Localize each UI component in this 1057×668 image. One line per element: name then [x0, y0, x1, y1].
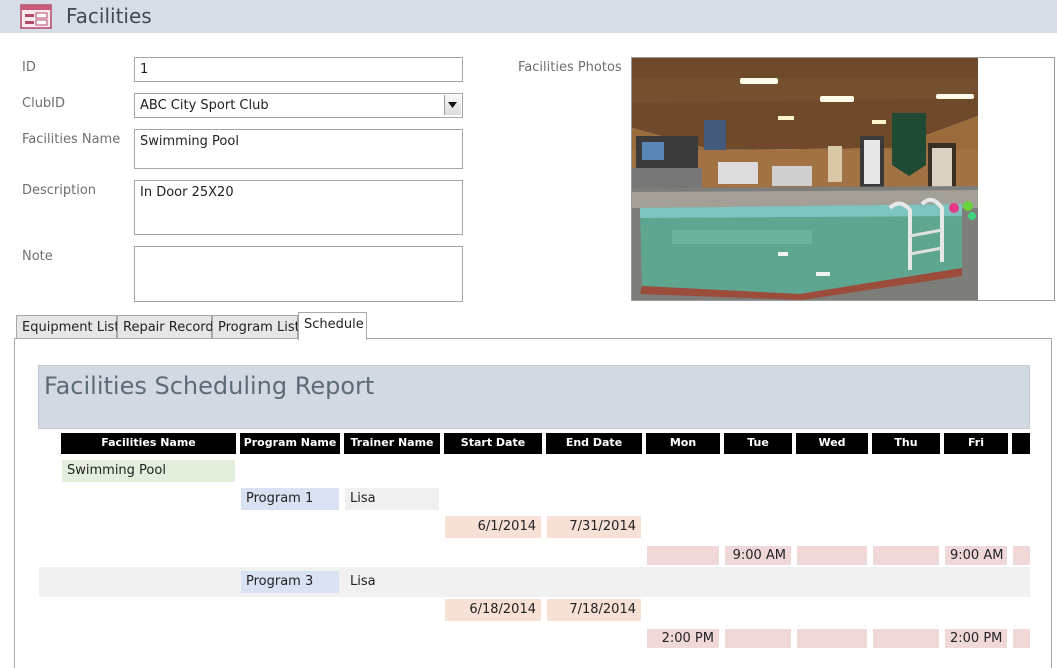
column-header-trainer-name: Trainer Name: [344, 433, 440, 454]
wed-time-cell: [797, 546, 867, 565]
clubid-value: ABC City Sport Club: [140, 98, 269, 113]
wed-time-cell: [797, 629, 867, 648]
form-header: [0, 0, 1057, 33]
column-header-program-name: Program Name: [240, 433, 340, 454]
facility-name-cell: Swimming Pool: [62, 460, 235, 482]
program-name-cell: Program 3: [241, 571, 339, 593]
note-label: Note: [22, 249, 53, 264]
column-header-start-date: Start Date: [444, 433, 542, 454]
mon-time-cell: [647, 546, 719, 565]
fri-time-cell: 9:00 AM: [945, 546, 1007, 565]
start-date-cell: 6/18/2014: [445, 599, 541, 621]
facilities-name-field[interactable]: Swimming Pool: [134, 129, 463, 169]
mon-time-cell: 2:00 PM: [647, 629, 719, 648]
tue-time-cell: [725, 629, 791, 648]
fri-time-cell: 2:00 PM: [945, 629, 1007, 648]
tab-equipment-list[interactable]: Equipment List: [16, 315, 119, 339]
trainer-name-cell: Lisa: [345, 488, 439, 510]
form-icon: [20, 4, 52, 29]
report-title: Facilities Scheduling Report: [44, 372, 375, 400]
end-date-cell: 7/18/2014: [547, 599, 641, 621]
pool-photo: [632, 58, 978, 300]
clubid-label: ClubID: [22, 96, 66, 111]
chevron-down-icon: [448, 102, 457, 108]
tab-repair-record[interactable]: Repair Record: [117, 315, 214, 339]
form-title: Facilities: [66, 4, 152, 28]
id-label: ID: [22, 60, 36, 75]
column-header-wed: Wed: [796, 433, 868, 454]
column-header-thu: Thu: [872, 433, 940, 454]
facilities-photo-frame[interactable]: [631, 57, 1055, 301]
column-header-tue: Tue: [724, 433, 792, 454]
tab-schedule[interactable]: Schedule: [298, 312, 367, 340]
column-header-extra: [1012, 433, 1030, 454]
extra-time-cell: [1013, 546, 1030, 565]
tab-program-list[interactable]: Program List: [212, 315, 300, 339]
table-row-band: [39, 567, 1030, 597]
thu-time-cell: [873, 629, 939, 648]
dropdown-button[interactable]: [444, 95, 461, 115]
clubid-combobox[interactable]: ABC City Sport Club: [134, 93, 463, 118]
id-field[interactable]: 1: [134, 57, 463, 82]
facilities-photos-label: Facilities Photos: [518, 60, 622, 75]
trainer-name-cell: Lisa: [345, 571, 439, 593]
description-field[interactable]: In Door 25X20: [134, 180, 463, 235]
facilities-name-label: Facilities Name: [22, 132, 121, 147]
column-header-facilities-name: Facilities Name: [61, 433, 236, 454]
extra-time-cell: [1013, 629, 1030, 648]
start-date-cell: 6/1/2014: [445, 516, 541, 538]
column-header-mon: Mon: [646, 433, 720, 454]
end-date-cell: 7/31/2014: [547, 516, 641, 538]
description-label: Description: [22, 183, 97, 198]
thu-time-cell: [873, 546, 939, 565]
column-header-fri: Fri: [944, 433, 1008, 454]
note-field[interactable]: [134, 246, 463, 302]
column-header-end-date: End Date: [546, 433, 642, 454]
program-name-cell: Program 1: [241, 488, 339, 510]
tue-time-cell: 9:00 AM: [725, 546, 791, 565]
